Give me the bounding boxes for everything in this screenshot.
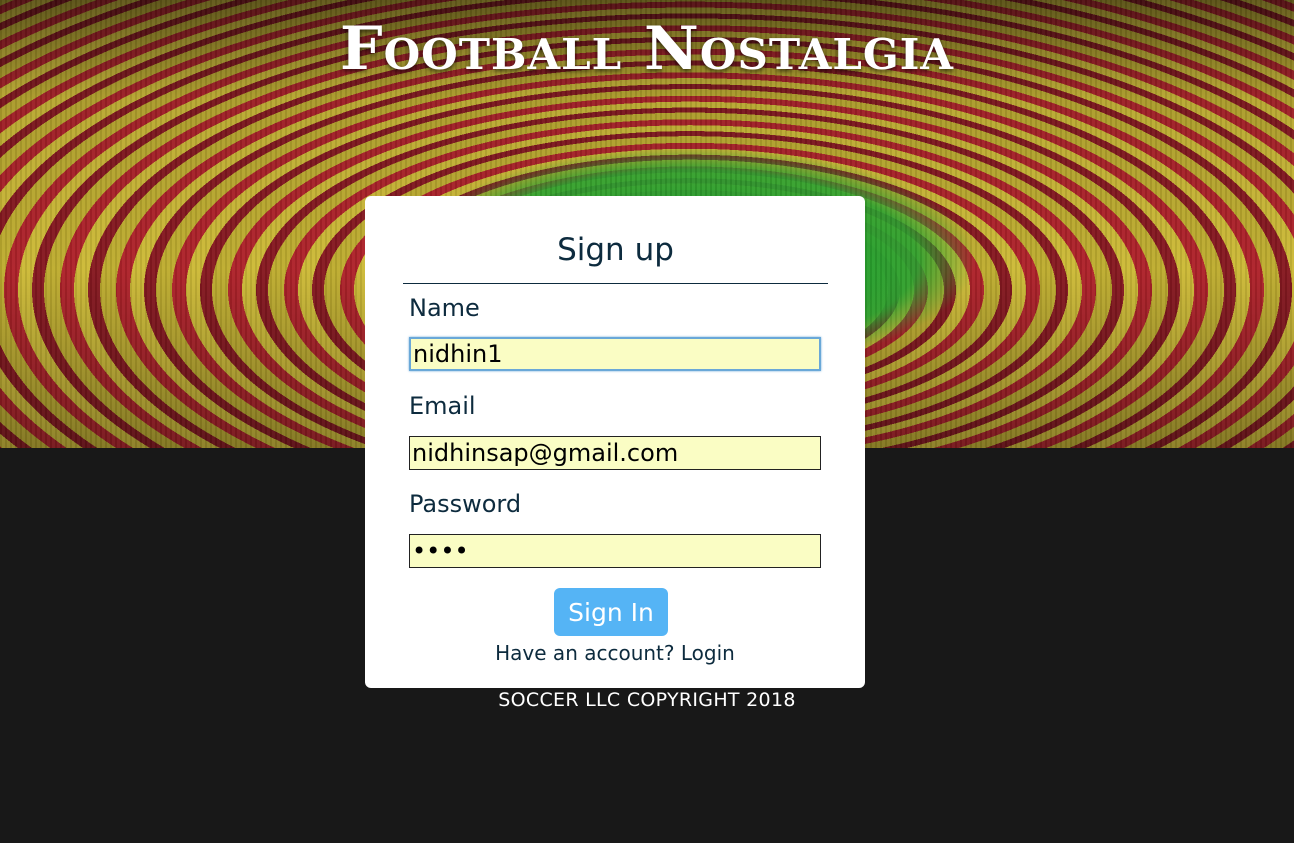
sign-in-button[interactable]: Sign In <box>554 588 668 636</box>
account-prompt-text: Have an account? <box>495 641 675 665</box>
email-input[interactable] <box>409 436 821 470</box>
title-divider <box>403 283 828 284</box>
email-label: Email <box>409 392 476 420</box>
name-label: Name <box>409 294 480 322</box>
password-input[interactable] <box>409 534 821 568</box>
login-prompt: Have an account? Login <box>365 641 865 665</box>
footer-copyright: SOCCER LLC COPYRIGHT 2018 <box>498 689 796 711</box>
signup-card: Sign up Name Email Password Sign In Have… <box>365 196 865 688</box>
password-label: Password <box>409 490 522 518</box>
login-link[interactable]: Login <box>681 641 735 665</box>
page: Football Nostalgia Sign up Name Email Pa… <box>0 0 1294 843</box>
form-title: Sign up <box>557 232 674 268</box>
site-title: Football Nostalgia <box>340 14 954 84</box>
name-input[interactable] <box>409 337 821 371</box>
